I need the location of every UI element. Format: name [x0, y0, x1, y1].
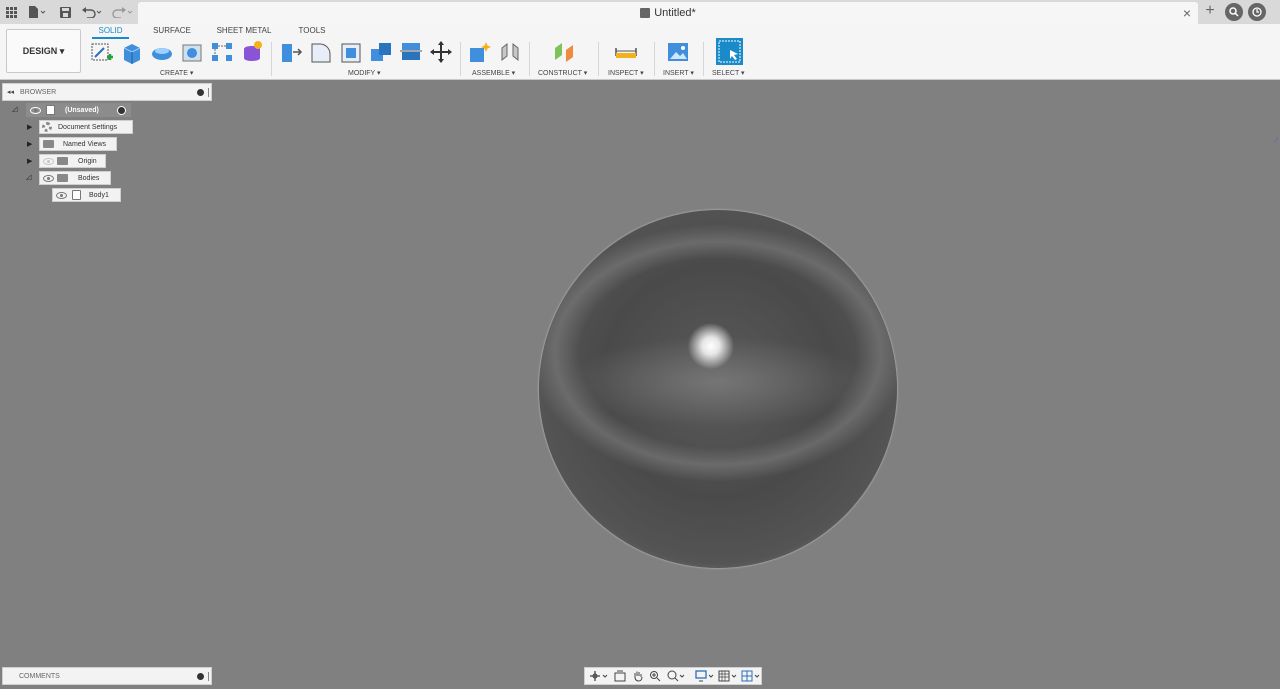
create-menu[interactable]: CREATE ▾ — [160, 69, 193, 77]
viewcube-axis-marker[interactable]: ⁄ — [1276, 137, 1279, 144]
tree-item-label: Document Settings — [58, 123, 118, 131]
toolbar-divider — [529, 42, 530, 76]
browser-root-node[interactable]: (Unsaved) — [26, 103, 131, 117]
extrude-icon[interactable] — [120, 40, 144, 64]
tree-item-label: Named Views — [63, 140, 107, 148]
create-sketch-icon[interactable] — [90, 40, 114, 64]
visibility-eye-icon[interactable] — [56, 191, 67, 199]
close-tab-icon[interactable]: × — [1180, 5, 1194, 21]
collapse-bodies-icon[interactable]: ◿ — [26, 173, 31, 181]
orbit-icon[interactable] — [589, 669, 610, 683]
tree-item-bodies[interactable]: Bodies — [39, 171, 111, 185]
tree-item-body1[interactable]: Body1 — [52, 188, 121, 202]
insert-image-icon[interactable] — [666, 40, 690, 64]
expand-named-views-icon[interactable]: ▶ — [27, 140, 32, 148]
toolbar-divider — [598, 42, 599, 76]
visibility-eye-icon[interactable] — [30, 106, 41, 114]
tree-item-document-settings[interactable]: Document Settings — [39, 120, 133, 134]
document-tab[interactable]: Untitled* × — [138, 2, 1198, 24]
pan-hand-icon[interactable] — [630, 669, 646, 683]
visibility-eye-icon[interactable] — [43, 174, 54, 182]
folder-icon — [57, 157, 68, 165]
browser-title: BROWSER — [20, 88, 57, 96]
construct-menu[interactable]: CONSTRUCT ▾ — [538, 69, 587, 77]
inspect-menu[interactable]: INSPECT ▾ — [608, 69, 644, 77]
zoom-icon[interactable] — [647, 669, 663, 683]
display-settings-icon[interactable] — [694, 669, 715, 683]
modify-menu[interactable]: MODIFY ▾ — [348, 69, 381, 77]
tree-item-label: Bodies — [78, 174, 100, 182]
workspace-switcher[interactable]: DESIGN ▾ — [6, 29, 81, 73]
new-tab-button[interactable]: + — [1201, 2, 1219, 20]
tree-item-label: Origin — [78, 157, 97, 165]
comments-panel-header[interactable]: COMMENTS — [2, 667, 212, 685]
tree-item-origin[interactable]: Origin — [39, 154, 106, 168]
pin-panel-icon[interactable] — [197, 89, 204, 96]
tab-solid[interactable]: SOLID — [92, 25, 129, 39]
visibility-eye-off-icon[interactable] — [43, 157, 54, 165]
toolbar-divider — [703, 42, 704, 76]
pin-comments-icon[interactable] — [197, 673, 204, 680]
root-label: (Unsaved) — [65, 106, 99, 114]
job-status-icon[interactable] — [1248, 3, 1266, 21]
folder-icon — [57, 174, 68, 182]
grid-settings-icon[interactable] — [717, 669, 738, 683]
document-title: Untitled* — [654, 7, 696, 19]
panel-resize-handle[interactable] — [208, 88, 209, 97]
sphere-body[interactable] — [539, 210, 897, 568]
toolbar-divider — [271, 42, 272, 76]
fit-view-icon[interactable] — [665, 669, 686, 683]
document-cube-icon — [640, 8, 651, 18]
app-grid-icon[interactable] — [4, 3, 18, 21]
offset-plane-icon[interactable] — [552, 40, 576, 64]
save-icon[interactable] — [58, 3, 72, 21]
folder-icon — [43, 140, 54, 148]
tab-surface[interactable]: SURFACE — [150, 25, 194, 39]
look-at-icon[interactable] — [612, 669, 628, 683]
undo-icon[interactable] — [80, 3, 104, 21]
move-icon[interactable] — [429, 40, 453, 64]
tree-item-named-views[interactable]: Named Views — [39, 137, 117, 151]
assemble-menu[interactable]: ASSEMBLE ▾ — [472, 69, 515, 77]
tab-tools[interactable]: TOOLS — [294, 25, 330, 39]
collapse-panel-icon[interactable]: ◂◂ — [7, 88, 14, 96]
gear-icon — [42, 122, 52, 132]
expand-origin-icon[interactable]: ▶ — [27, 157, 32, 165]
body-icon — [72, 190, 81, 200]
joint-icon[interactable] — [498, 40, 522, 64]
browser-panel-header[interactable]: ◂◂ BROWSER — [2, 83, 212, 101]
toolbar-divider — [654, 42, 655, 76]
viewports-icon[interactable] — [740, 669, 761, 683]
measure-icon[interactable] — [614, 40, 638, 64]
combine-icon[interactable] — [369, 40, 393, 64]
navigation-bar — [584, 667, 762, 685]
activate-radio-icon[interactable] — [117, 106, 126, 115]
toolbar-divider — [460, 42, 461, 76]
comments-title: COMMENTS — [19, 672, 60, 680]
hole-icon[interactable] — [180, 40, 204, 64]
insert-menu[interactable]: INSERT ▾ — [663, 69, 694, 77]
comments-resize-handle[interactable] — [208, 672, 209, 681]
fillet-icon[interactable] — [309, 40, 333, 64]
extensions-icon[interactable] — [1225, 3, 1243, 21]
new-component-icon[interactable] — [468, 40, 492, 64]
document-icon — [46, 105, 55, 115]
collapse-root-icon[interactable]: ◿ — [12, 105, 17, 113]
ribbon-toolbar: DESIGN ▾ SOLID SURFACE SHEET METAL TOOLS… — [0, 24, 1280, 80]
title-bar: Untitled* × + — [0, 0, 1280, 24]
create-form-icon[interactable] — [240, 40, 264, 64]
split-body-icon[interactable] — [399, 40, 423, 64]
shell-icon[interactable] — [339, 40, 363, 64]
tree-item-label: Body1 — [89, 191, 109, 199]
pattern-icon[interactable] — [210, 40, 234, 64]
revolve-icon[interactable] — [150, 40, 174, 64]
tab-sheet-metal[interactable]: SHEET METAL — [216, 25, 272, 39]
select-icon[interactable] — [716, 38, 743, 65]
file-menu-icon[interactable] — [26, 3, 48, 21]
redo-icon[interactable] — [110, 3, 134, 21]
select-menu[interactable]: SELECT ▾ — [712, 69, 745, 77]
expand-document-settings-icon[interactable]: ▶ — [27, 123, 32, 131]
press-pull-icon[interactable] — [279, 40, 303, 64]
